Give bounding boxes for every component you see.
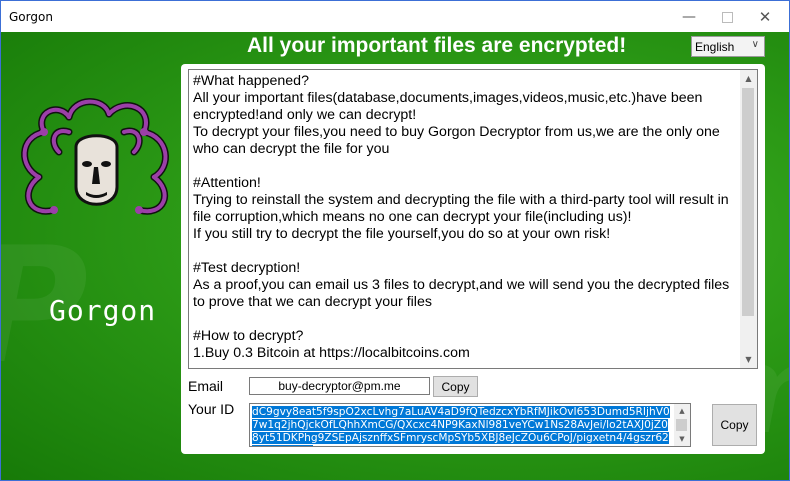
note-line: If you still try to decrypt the file you… xyxy=(193,226,611,242)
note-line: #Attention! xyxy=(193,175,261,191)
language-select[interactable]: English ∨ xyxy=(691,36,765,57)
medusa-logo-icon xyxy=(21,98,169,215)
email-field[interactable]: buy-decryptor@pm.me xyxy=(249,377,430,395)
title-bar: Gorgon — ✕ xyxy=(1,1,789,32)
note-line: To decrypt your files,you need to buy Go… xyxy=(193,124,720,157)
copy-id-button[interactable]: Copy xyxy=(712,404,757,446)
ransom-window: Gorgon — ✕ PC risk.com P All your import… xyxy=(0,0,790,481)
copy-email-button[interactable]: Copy xyxy=(433,376,478,397)
note-line: As a proof,you can email us 3 files to d… xyxy=(193,277,730,310)
close-button[interactable]: ✕ xyxy=(747,4,783,30)
id-value: dC9gvy8eat5f9spO2xcLvhg7aLuAV4aD9fQTedzc… xyxy=(252,406,672,446)
chevron-down-icon: ∨ xyxy=(751,39,759,50)
id-textarea[interactable]: dC9gvy8eat5f9spO2xcLvhg7aLuAV4aD9fQTedzc… xyxy=(249,403,691,447)
note-scrollbar[interactable]: ▲ ▼ xyxy=(740,70,757,368)
scroll-up-icon[interactable]: ▲ xyxy=(740,70,757,87)
note-line: #Test decryption! xyxy=(193,260,301,276)
content-panel: #What happened? All your important files(… xyxy=(181,64,765,454)
scroll-down-icon[interactable]: ▼ xyxy=(740,351,757,368)
main-area: PC risk.com P All your important files a… xyxy=(1,32,789,480)
maximize-button[interactable] xyxy=(709,4,745,30)
window-title: Gorgon xyxy=(9,10,53,24)
headline: All your important files are encrypted! xyxy=(247,34,627,57)
scroll-down-icon[interactable]: ▼ xyxy=(674,432,690,446)
note-line: All your important files(database,docume… xyxy=(193,90,703,123)
note-line: #What happened? xyxy=(193,73,309,89)
note-line: #How to decrypt? xyxy=(193,328,304,344)
note-blank-line xyxy=(193,243,741,260)
brand-name: Gorgon xyxy=(49,294,157,327)
id-scrollbar[interactable]: ▲ ▼ xyxy=(674,404,690,446)
id-label: Your ID xyxy=(188,401,235,417)
email-label: Email xyxy=(188,378,224,394)
note-blank-line xyxy=(193,311,741,328)
language-value: English xyxy=(695,40,735,54)
note-blank-line xyxy=(193,158,741,175)
scrollbar-thumb[interactable] xyxy=(676,419,687,431)
scroll-up-icon[interactable]: ▲ xyxy=(674,404,690,418)
note-line: 1.Buy 0.3 Bitcoin at https://localbitcoi… xyxy=(193,345,470,361)
minimize-button[interactable]: — xyxy=(671,4,707,30)
note-line: Trying to reinstall the system and decry… xyxy=(193,192,729,225)
maximize-icon xyxy=(721,11,733,23)
ransom-note-text: #What happened? All your important files(… xyxy=(193,73,741,362)
scrollbar-thumb[interactable] xyxy=(742,88,754,316)
ransom-note-textarea[interactable]: #What happened? All your important files(… xyxy=(188,69,758,369)
